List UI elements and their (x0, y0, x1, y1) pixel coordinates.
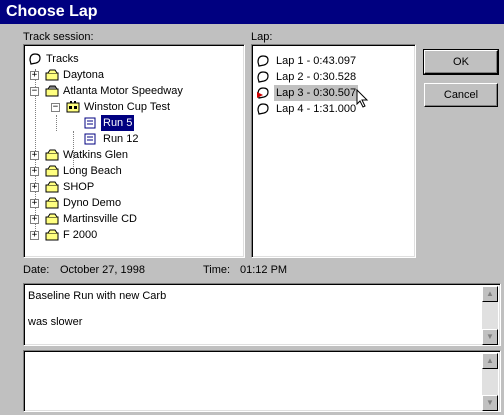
folder-car-icon (45, 69, 59, 81)
lap-icon (257, 71, 269, 83)
folder-car-icon (45, 165, 59, 177)
expand-icon[interactable]: + (30, 183, 39, 192)
run-doc-icon (84, 117, 96, 129)
collapse-icon[interactable]: − (51, 103, 60, 112)
scroll-down-icon[interactable]: ▼ (482, 395, 498, 411)
run-doc-icon (84, 133, 96, 145)
date-label: Date: (23, 264, 50, 276)
expand-icon[interactable]: + (30, 215, 39, 224)
window-titlebar[interactable]: Choose Lap (0, 0, 504, 24)
folder-car-icon (45, 85, 59, 97)
secondary-textarea[interactable]: ▲ ▼ (23, 350, 501, 412)
notes-textarea[interactable]: Baseline Run with new Carb was slower ▲ … (23, 283, 501, 346)
scroll-down-icon[interactable]: ▼ (482, 329, 498, 345)
expand-icon[interactable]: + (30, 167, 39, 176)
scroll-up-icon[interactable]: ▲ (482, 286, 498, 302)
session-flag-icon (66, 101, 80, 113)
expand-icon[interactable]: + (30, 199, 39, 208)
ok-button[interactable]: OK (423, 49, 499, 75)
notes-line-2: was slower (28, 316, 83, 328)
track-session-label: Track session: (23, 31, 94, 43)
scroll-up-icon[interactable]: ▲ (482, 353, 498, 369)
collapse-icon[interactable]: − (30, 87, 39, 96)
mouse-cursor-icon (356, 89, 369, 108)
expand-icon[interactable]: + (30, 151, 39, 160)
date-value: October 27, 1998 (60, 264, 146, 276)
folder-car-icon (45, 181, 59, 193)
time-label: Time: (203, 264, 231, 276)
notes-scrollbar[interactable]: ▲ ▼ (482, 286, 498, 345)
folder-car-icon (45, 197, 59, 209)
track-session-tree[interactable]: Tracks + Daytona − Atlanta Motor Speedwa… (23, 44, 245, 258)
time-value: 01:12 PM (240, 264, 288, 276)
expand-icon[interactable]: + (30, 71, 39, 80)
lap-icon (257, 55, 269, 67)
lap-icon (257, 103, 269, 115)
lap-label: Lap: (251, 31, 273, 43)
track-icon (29, 53, 41, 65)
lap-icon-fastest (257, 87, 269, 99)
folder-car-icon (45, 229, 59, 241)
tree-line (56, 115, 57, 131)
notes-line-1: Baseline Run with new Carb (28, 290, 167, 302)
cancel-button[interactable]: Cancel (424, 83, 498, 107)
expand-icon[interactable]: + (30, 231, 39, 240)
folder-car-icon (45, 213, 59, 225)
folder-car-icon (45, 149, 59, 161)
lap-list[interactable]: Lap 1 - 0:43.097 Lap 2 - 0:30.528 Lap 3 … (251, 44, 416, 258)
secondary-scrollbar[interactable]: ▲ ▼ (482, 353, 498, 411)
window-title: Choose Lap (6, 3, 98, 20)
